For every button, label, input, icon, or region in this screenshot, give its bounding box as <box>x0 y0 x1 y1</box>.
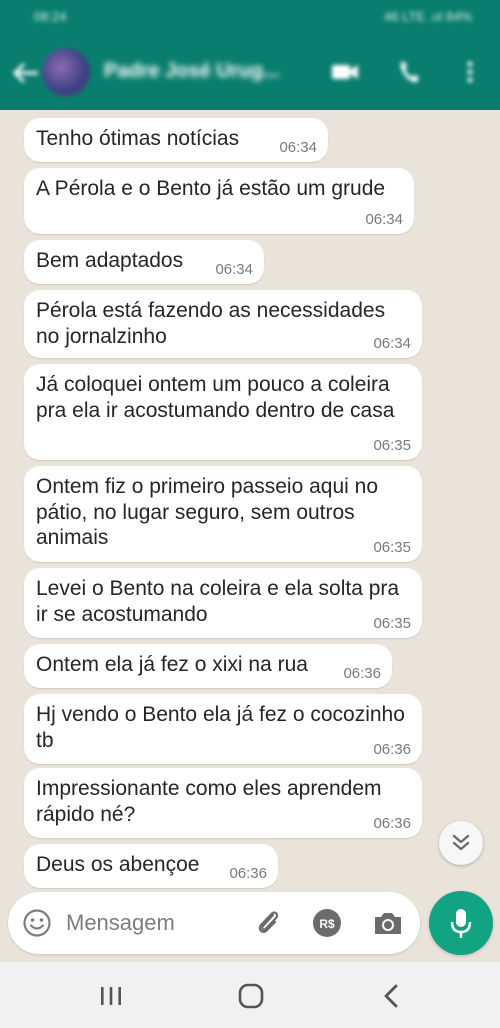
message-time: 06:35 <box>373 615 411 632</box>
emoji-icon[interactable] <box>22 908 52 938</box>
app-header: 08:24 46 LTE .ııl 84% Padre José Urug... <box>0 0 500 110</box>
video-camera-icon[interactable] <box>330 58 360 86</box>
message-bubble[interactable]: Impressionante como eles aprendem rápido… <box>24 768 422 838</box>
message-input[interactable] <box>66 904 246 942</box>
message-time: 06:35 <box>373 539 411 556</box>
paperclip-icon[interactable] <box>252 906 284 938</box>
system-navigation-bar <box>0 962 500 1028</box>
message-time: 06:36 <box>373 741 411 758</box>
message-bubble[interactable]: Ontem ela já fez o xixi na rua 06:36 <box>24 644 392 688</box>
message-time: 06:34 <box>215 261 253 278</box>
more-vertical-icon[interactable] <box>455 58 485 86</box>
message-time: 06:36 <box>343 665 381 682</box>
message-text: A Pérola e o Bento já estão um grude <box>36 177 386 200</box>
recent-apps-icon[interactable] <box>96 984 126 1008</box>
message-time: 06:35 <box>373 437 411 454</box>
message-bubble[interactable]: Pérola está fazendo as necessidades no j… <box>24 290 422 358</box>
message-text: Impressionante como eles aprendem rápido… <box>36 777 382 826</box>
phone-icon[interactable] <box>395 58 425 86</box>
message-bubble[interactable]: Deus os abençoe 06:36 <box>24 844 278 888</box>
back-icon[interactable] <box>378 982 404 1010</box>
message-bubble[interactable]: Levei o Bento na coleira e ela solta pra… <box>24 568 422 638</box>
home-icon[interactable] <box>237 982 265 1010</box>
message-text: Tenho ótimas notícias <box>36 127 240 150</box>
chat-area[interactable]: Tenho ótimas notícias 06:34 A Pérola e o… <box>0 110 500 890</box>
message-bubble[interactable]: Ontem fiz o primeiro passeio aqui no pát… <box>24 466 422 562</box>
double-chevron-down-icon <box>452 834 470 851</box>
status-icons: 46 LTE .ııl 84% <box>384 9 472 24</box>
message-bubble[interactable]: Bem adaptados 06:34 <box>24 240 264 284</box>
camera-icon[interactable] <box>372 908 404 938</box>
avatar[interactable] <box>42 48 90 96</box>
chat-header: Padre José Urug... <box>0 38 500 108</box>
message-time: 06:34 <box>373 335 411 352</box>
contact-name[interactable]: Padre José Urug... <box>104 60 280 83</box>
message-bubble[interactable]: Hj vendo o Bento ela já fez o cocozinho … <box>24 694 422 764</box>
status-bar: 08:24 46 LTE .ııl 84% <box>0 0 500 36</box>
arrow-left-icon[interactable] <box>10 60 40 86</box>
message-time: 06:36 <box>229 865 267 882</box>
message-text: Ontem ela já fez o xixi na rua <box>36 653 308 676</box>
message-time: 06:34 <box>279 139 317 156</box>
message-text: Já coloquei ontem um pouco a coleira pra… <box>36 373 395 422</box>
message-text: Pérola está fazendo as necessidades no j… <box>36 299 386 348</box>
status-time: 08:24 <box>34 9 67 24</box>
message-composer: R$ <box>8 892 420 954</box>
message-time: 06:36 <box>373 815 411 832</box>
message-text: Ontem fiz o primeiro passeio aqui no pát… <box>36 475 378 549</box>
message-text: Hj vendo o Bento ela já fez o cocozinho … <box>36 703 405 752</box>
message-text: Levei o Bento na coleira e ela solta pra… <box>36 577 400 626</box>
svg-text:R$: R$ <box>319 917 335 931</box>
voice-message-button[interactable] <box>429 891 493 955</box>
scroll-to-bottom-button[interactable] <box>439 821 483 865</box>
message-bubble[interactable]: A Pérola e o Bento já estão um grude 06:… <box>24 168 414 234</box>
microphone-icon <box>450 909 472 938</box>
message-time: 06:34 <box>365 211 403 228</box>
payment-rs-icon[interactable]: R$ <box>312 908 342 938</box>
message-bubble[interactable]: Tenho ótimas notícias 06:34 <box>24 118 328 162</box>
message-bubble[interactable]: Já coloquei ontem um pouco a coleira pra… <box>24 364 422 460</box>
